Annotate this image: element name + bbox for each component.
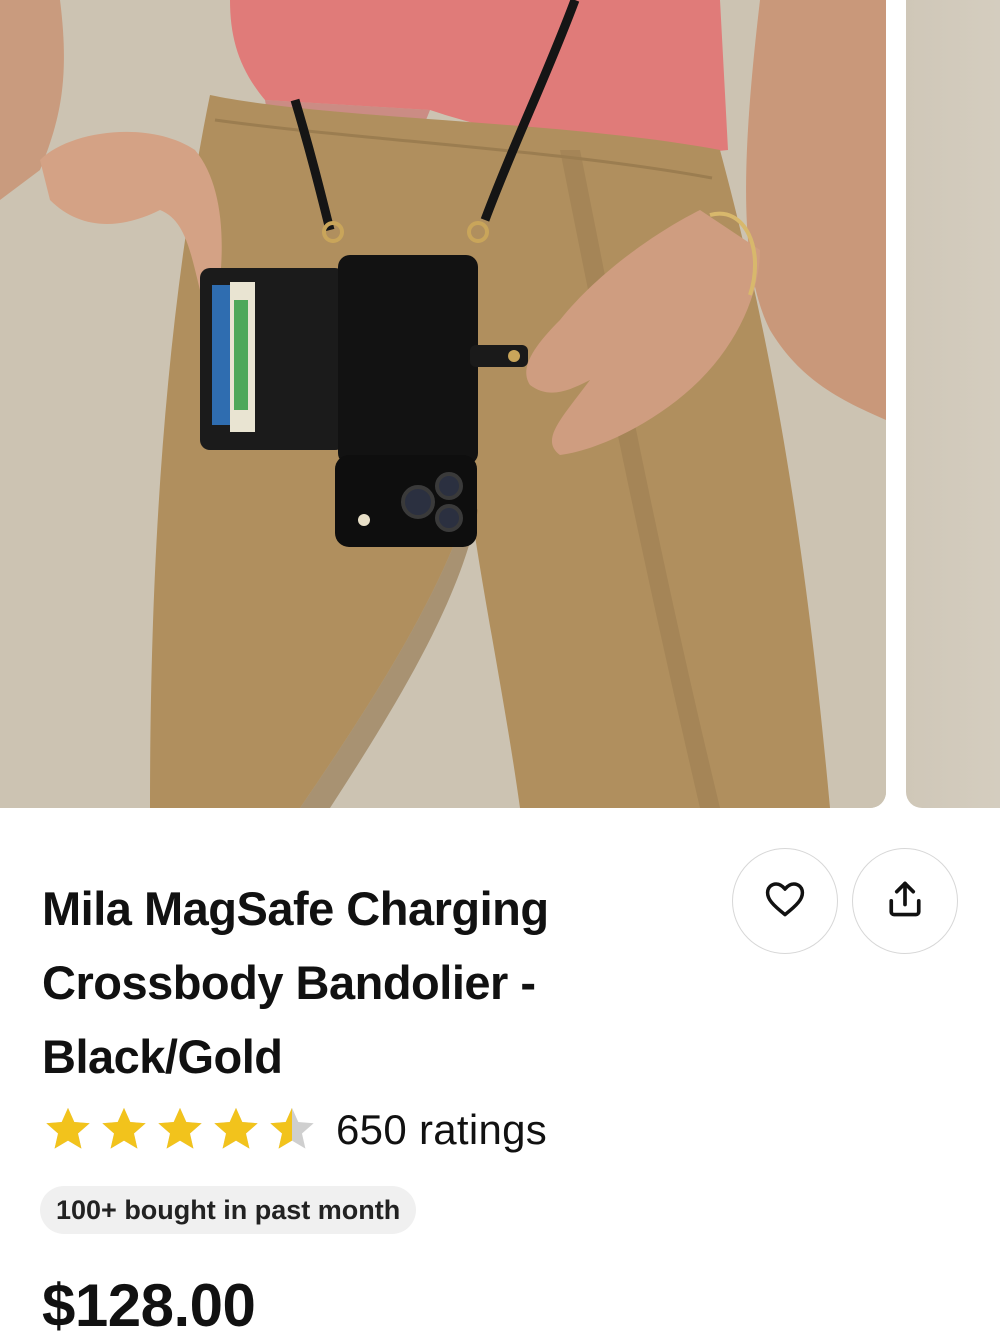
purchase-badge: 100+ bought in past month [40,1186,417,1234]
image-gallery[interactable] [0,0,1000,808]
star-icon [42,1104,94,1156]
share-button[interactable] [852,848,958,954]
product-page: Mila MagSafe Charging Crossbody Bandolie… [0,0,1000,1333]
rating-row[interactable]: 650 ratings [42,1100,547,1160]
product-title: Mila MagSafe Charging Crossbody Bandolie… [42,882,549,1083]
star-icon [154,1104,206,1156]
star-rating [42,1104,318,1156]
product-image[interactable] [0,0,886,808]
share-icon [883,877,927,926]
ratings-count[interactable]: 650 ratings [336,1106,547,1154]
star-icon [98,1104,150,1156]
heart-icon [763,877,807,926]
favorite-button[interactable] [732,848,838,954]
star-icon [266,1104,318,1156]
next-image-preview[interactable] [906,0,1000,808]
star-icon [210,1104,262,1156]
price: $128.00 [42,1272,256,1333]
